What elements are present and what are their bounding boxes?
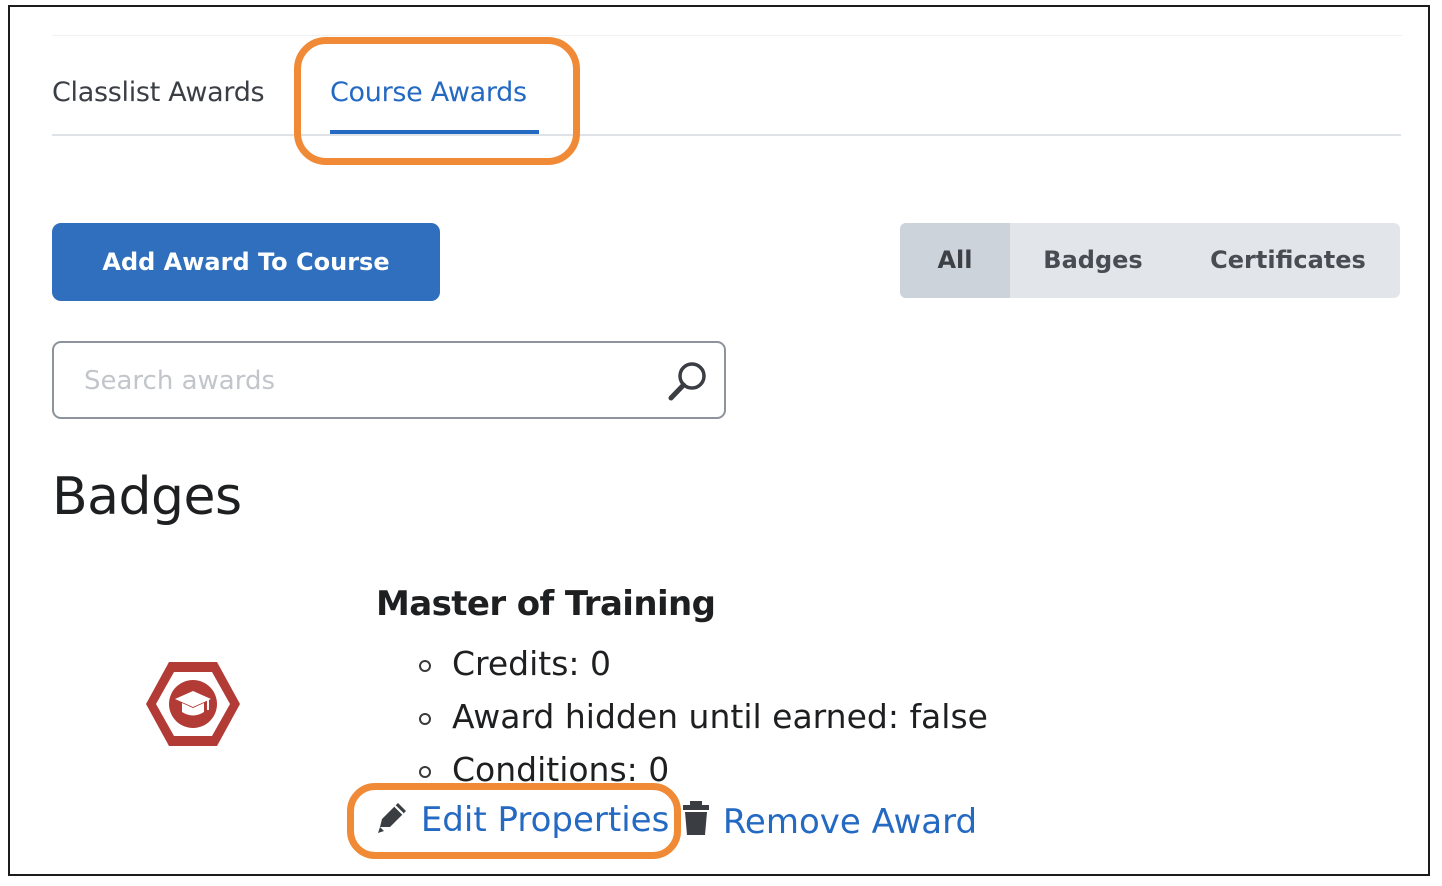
filter-all[interactable]: All [900,223,1010,298]
awards-page: Classlist Awards Course Awards Add Award… [8,5,1430,876]
section-heading-badges: Badges [52,467,242,527]
remove-award-label: Remove Award [722,802,978,842]
tab-course-awards[interactable]: Course Awards [330,77,527,108]
pencil-icon [378,803,406,833]
top-divider [52,35,1402,36]
property-credits: Credits: 0 [414,637,988,690]
edit-properties-link[interactable]: Edit Properties [374,799,669,840]
tab-classlist-awards[interactable]: Classlist Awards [52,77,265,108]
search-box [52,341,726,419]
edit-properties-label: Edit Properties [420,800,670,840]
graduation-cap-hexagon-icon [146,662,240,746]
award-name: Master of Training [376,584,716,624]
search-icon[interactable] [666,359,710,403]
award-type-filter: All Badges Certificates [900,223,1400,298]
remove-award-link[interactable]: Remove Award [680,799,977,842]
property-conditions: Conditions: 0 [414,743,988,796]
add-award-to-course-button[interactable]: Add Award To Course [52,223,440,301]
property-hidden-until-earned: Award hidden until earned: false [414,690,988,743]
tab-bar-divider [52,134,1401,136]
search-input[interactable] [82,357,646,405]
trash-icon [683,801,709,835]
filter-certificates[interactable]: Certificates [1176,223,1400,298]
award-properties-list: Credits: 0 Award hidden until earned: fa… [414,637,988,796]
filter-badges[interactable]: Badges [1010,223,1176,298]
